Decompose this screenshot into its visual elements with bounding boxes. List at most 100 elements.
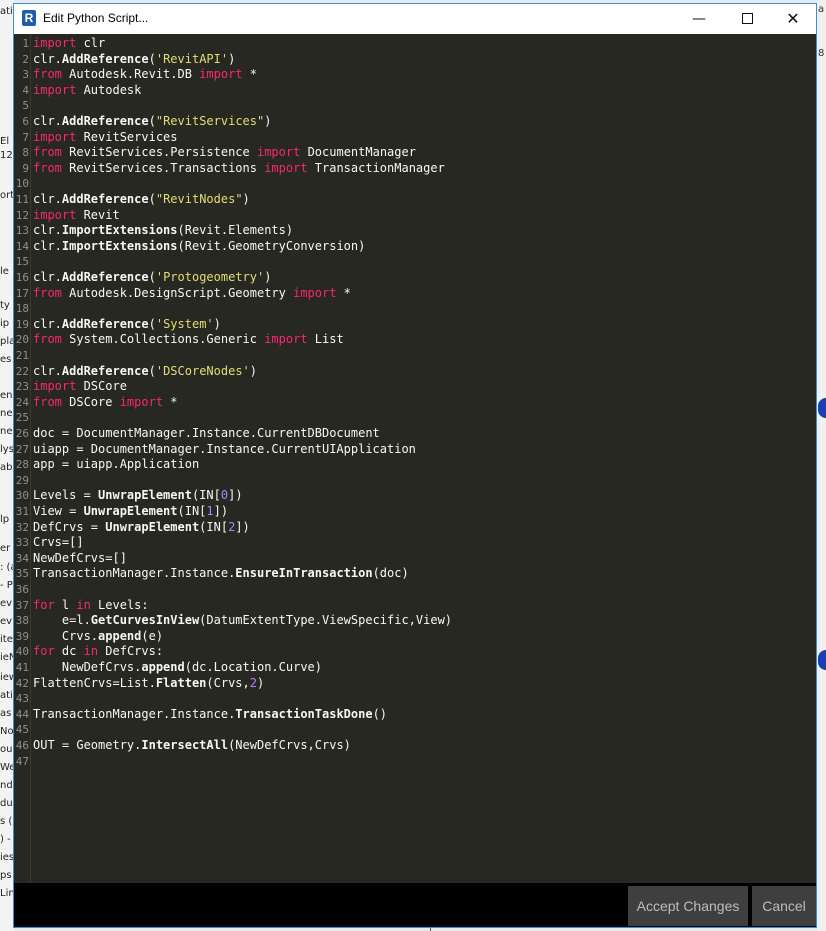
accept-changes-button[interactable]: Accept Changes <box>628 886 748 926</box>
line-number: 21 <box>15 349 29 362</box>
line-number: 19 <box>15 317 29 331</box>
code-line[interactable]: import clr <box>33 36 105 52</box>
code-line[interactable]: clr.ImportExtensions(Revit.Elements) <box>33 223 293 239</box>
revit-app-icon: R <box>22 10 36 26</box>
line-number: 33 <box>15 536 29 550</box>
maximize-button[interactable] <box>724 4 770 33</box>
line-number: 2 <box>22 52 29 66</box>
code-line[interactable]: DefCrvs = UnwrapElement(IN[2]) <box>33 520 250 536</box>
line-number-gutter: 1 2 3 4 5 6 7 8 9 10 11 12 13 14 15 16 17 18 19 20 21 22 23 24 2… <box>14 34 30 883</box>
code-line[interactable]: import Revit <box>33 208 120 224</box>
code-line[interactable]: clr.AddReference('System') <box>33 317 221 333</box>
line-number: 12 <box>15 208 29 222</box>
line-number: 7 <box>22 130 29 144</box>
line-number: 3 <box>22 68 29 82</box>
gutter-separator <box>30 34 31 883</box>
code-line[interactable]: import DSCore <box>33 379 127 395</box>
line-number: 24 <box>15 395 29 409</box>
line-number: 37 <box>15 598 29 612</box>
code-line[interactable]: OUT = Geometry.IntersectAll(NewDefCrvs,C… <box>33 738 351 754</box>
code-line[interactable]: FlattenCrvs=List.Flatten(Crvs,2) <box>33 676 264 692</box>
line-number: 45 <box>15 723 29 737</box>
background-text-fragment: ) - <box>0 834 11 845</box>
background-text-fragment: ps <box>0 870 12 881</box>
background-text-fragment: le <box>0 266 9 277</box>
background-text-fragment: er <box>0 543 11 554</box>
title-bar[interactable]: R Edit Python Script... — ✕ <box>14 4 816 34</box>
close-icon: ✕ <box>786 9 800 28</box>
python-script-editor-window: R Edit Python Script... — ✕ 1 2 3 4 5 6 7 8 9 10 1… <box>13 3 817 928</box>
line-number: 29 <box>15 473 29 487</box>
background-text-fragment: ab <box>0 462 13 473</box>
line-number: 42 <box>15 676 29 690</box>
code-line[interactable]: from DSCore import * <box>33 395 178 411</box>
minimize-button[interactable]: — <box>676 4 722 33</box>
code-line[interactable]: uiapp = DocumentManager.Instance.Current… <box>33 442 416 458</box>
line-number: 16 <box>15 271 29 284</box>
code-line[interactable]: Crvs.append(e) <box>33 629 163 645</box>
code-line[interactable]: from RevitServices.Persistence import Do… <box>33 145 416 161</box>
maximize-icon <box>741 13 753 24</box>
code-line[interactable]: for l in Levels: <box>33 598 149 614</box>
code-line[interactable]: for dc in DefCrvs: <box>33 644 163 660</box>
line-number: 27 <box>15 442 29 456</box>
code-line[interactable]: clr.AddReference('RevitAPI') <box>33 52 235 68</box>
code-line[interactable]: Crvs=[] <box>33 535 84 551</box>
code-line[interactable]: NewDefCrvs.append(dc.Location.Curve) <box>33 660 322 676</box>
line-number: 31 <box>15 505 29 518</box>
background-text-fragment: as <box>0 708 12 719</box>
close-button[interactable]: ✕ <box>770 4 816 33</box>
line-number: 5 <box>22 99 29 113</box>
line-number: 38 <box>15 614 29 628</box>
code-line[interactable]: TransactionManager.Instance.TransactionT… <box>33 707 387 723</box>
window-title: Edit Python Script... <box>43 11 149 25</box>
background-text-fragment: We <box>0 762 14 773</box>
line-number: 25 <box>15 411 29 425</box>
background-text-fragment: El <box>0 136 10 147</box>
code-line[interactable]: TransactionManager.Instance.EnsureInTran… <box>33 566 409 582</box>
code-line[interactable]: import RevitServices <box>33 130 178 146</box>
code-line[interactable]: from System.Collections.Generic import L… <box>33 332 344 348</box>
cancel-button[interactable]: Cancel <box>752 886 816 926</box>
code-line[interactable]: Levels = UnwrapElement(IN[0]) <box>33 488 243 504</box>
background-text-fragment: en <box>0 390 13 401</box>
code-line[interactable]: doc = DocumentManager.Instance.CurrentDB… <box>33 426 380 442</box>
line-number: 8 <box>22 146 29 160</box>
background-text-fragment: ev <box>0 616 13 627</box>
background-text-fragment: lys <box>0 444 14 455</box>
line-number: 1 <box>22 37 29 50</box>
code-line[interactable]: clr.AddReference('Protogeometry') <box>33 270 271 286</box>
code-line[interactable]: clr.ImportExtensions(Revit.GeometryConve… <box>33 239 365 255</box>
line-number: 26 <box>15 427 29 440</box>
background-text-fragment: ty <box>0 300 10 311</box>
code-line[interactable]: import Autodesk <box>33 83 141 99</box>
background-text-fragment: ou <box>0 744 13 755</box>
code-line[interactable]: app = uiapp.Application <box>33 457 199 473</box>
line-number: 40 <box>15 645 29 659</box>
minimize-icon: — <box>692 10 706 27</box>
background-text-fragment: ati <box>0 6 13 17</box>
code-line[interactable]: clr.AddReference('DSCoreNodes') <box>33 364 257 380</box>
line-number: 47 <box>15 754 29 768</box>
code-line[interactable]: View = UnwrapElement(IN[1]) <box>33 504 228 520</box>
line-number: 14 <box>15 239 29 253</box>
background-text-fragment: ev <box>0 598 13 609</box>
code-line[interactable]: e=l.GetCurvesInView(DatumExtentType.View… <box>33 613 452 629</box>
line-number: 41 <box>15 661 29 674</box>
code-line[interactable]: clr.AddReference("RevitServices") <box>33 114 271 130</box>
background-text-fragment: a <box>818 4 825 15</box>
background-text-fragment: 8 <box>818 48 825 59</box>
background-text-fragment: No <box>0 726 14 737</box>
code-line[interactable]: NewDefCrvs=[] <box>33 551 127 567</box>
background-text-fragment: - P <box>0 580 13 591</box>
code-line[interactable]: clr.AddReference("RevitNodes") <box>33 192 250 208</box>
code-line[interactable]: from Autodesk.Revit.DB import * <box>33 67 257 83</box>
line-number: 11 <box>15 193 29 206</box>
line-number: 13 <box>15 224 29 238</box>
code-line[interactable]: from Autodesk.DesignScript.Geometry impo… <box>33 286 351 302</box>
code-line[interactable]: from RevitServices.Transactions import T… <box>33 161 445 177</box>
code-editor[interactable]: 1 2 3 4 5 6 7 8 9 10 11 12 13 14 15 16 17 18 19 20 21 22 23 24 2… <box>14 34 816 883</box>
line-number: 6 <box>22 115 29 128</box>
background-node-port <box>818 650 826 670</box>
line-number: 34 <box>15 551 29 565</box>
